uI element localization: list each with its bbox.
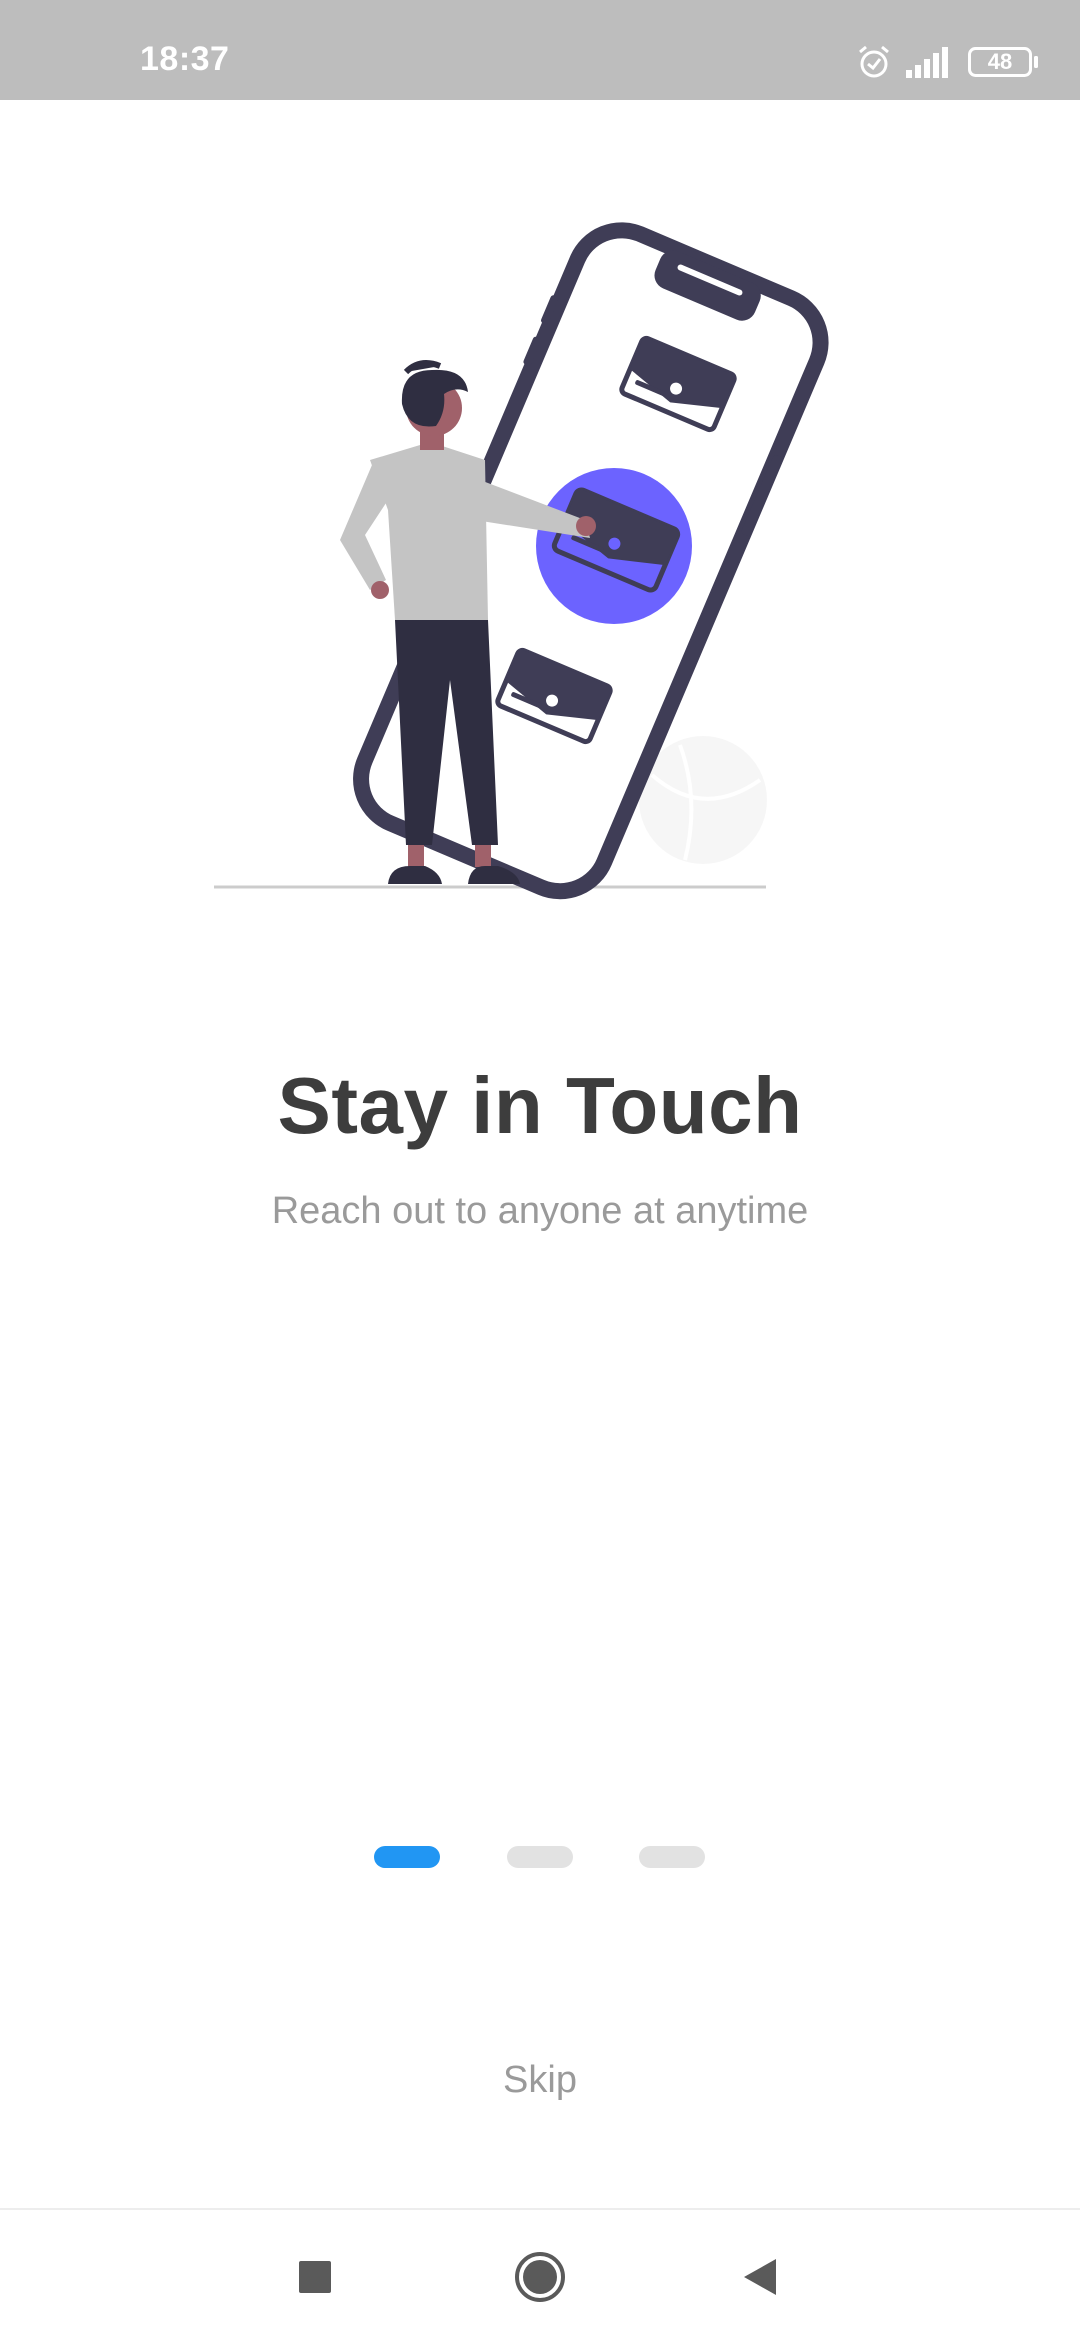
back-triangle-icon[interactable] <box>728 2245 792 2309</box>
system-nav-bar <box>0 2210 1080 2340</box>
signal-icon <box>906 46 950 78</box>
page-indicator-dot-3[interactable] <box>639 1846 705 1868</box>
recents-square-icon[interactable] <box>283 2245 347 2309</box>
page-indicator-dot-2[interactable] <box>507 1846 573 1868</box>
battery-level: 48 <box>987 49 1013 74</box>
page-indicator-dot-1[interactable] <box>374 1846 440 1868</box>
globe-graphic <box>639 736 767 864</box>
home-circle-icon[interactable] <box>508 2245 572 2309</box>
status-bar: 18:37 48 <box>0 0 1080 100</box>
alarm-icon <box>856 44 892 80</box>
status-time: 18:37 <box>140 40 230 78</box>
battery-icon: 48 <box>968 47 1040 77</box>
page-title: Stay in Touch <box>277 1061 803 1150</box>
skip-button[interactable]: Skip <box>440 2050 640 2110</box>
page-subtitle: Reach out to anyone at anytime <box>271 1190 809 1232</box>
page-indicator <box>0 1846 1080 1868</box>
status-icons: 48 <box>856 42 1040 82</box>
onboarding-illustration <box>200 180 900 900</box>
